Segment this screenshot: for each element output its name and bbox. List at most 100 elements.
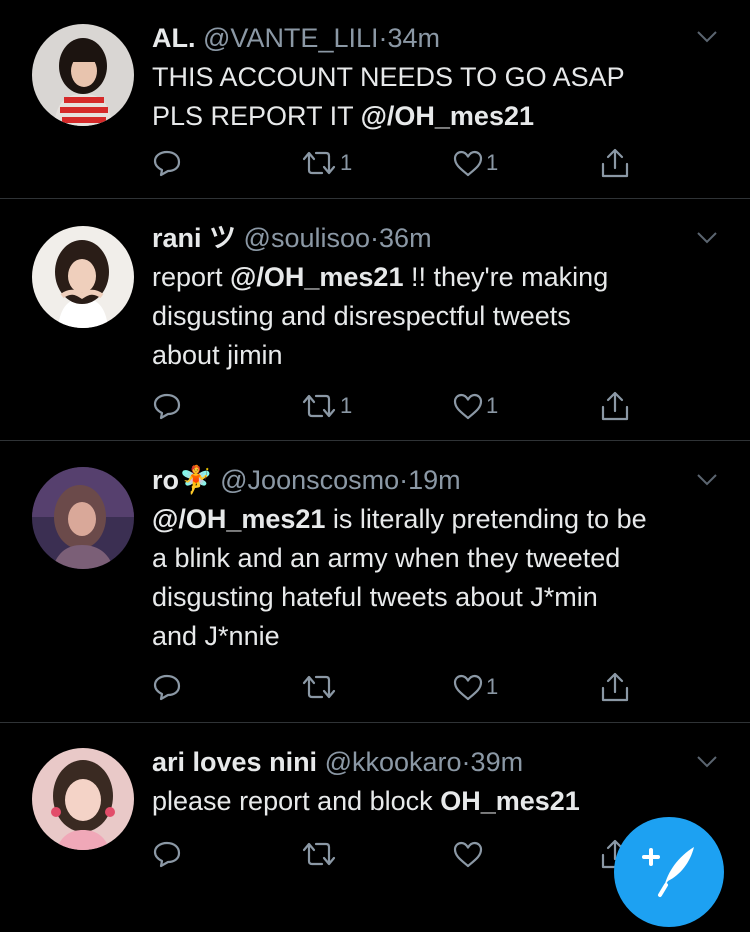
tweet-text: @/OH_mes21 is literally pretending to be…: [152, 500, 720, 656]
text-segment: and J*nnie: [152, 621, 280, 651]
mention-link[interactable]: @/OH_mes21: [361, 101, 534, 131]
reply-button[interactable]: [152, 670, 182, 704]
reply-button[interactable]: [152, 837, 182, 871]
text-segment: is literally pretending to be: [325, 504, 647, 534]
like-button[interactable]: 1: [452, 146, 498, 180]
retweet-button[interactable]: [300, 837, 340, 871]
chevron-down-icon[interactable]: [696, 473, 718, 487]
like-count: 1: [486, 150, 499, 175]
text-segment: please report and block: [152, 786, 441, 816]
tweet-actions: 1 1: [152, 146, 642, 180]
text-segment: report: [152, 262, 231, 292]
retweet-count: 1: [340, 393, 353, 418]
user-handle[interactable]: @Joonscosmo: [220, 465, 399, 495]
tweet-actions: [152, 837, 642, 871]
timestamp[interactable]: 39m: [471, 747, 524, 777]
retweet-icon: [302, 842, 336, 866]
text-segment: a blink and an army when they tweeted: [152, 543, 621, 573]
tweet-text: THIS ACCOUNT NEEDS TO GO ASAP PLS REPORT…: [152, 58, 720, 136]
like-count: 1: [486, 674, 499, 699]
like-button[interactable]: 1: [452, 670, 498, 704]
avatar-image: [32, 226, 134, 328]
timestamp[interactable]: 34m: [388, 23, 441, 53]
display-name[interactable]: ari loves nini: [152, 747, 317, 777]
text-segment: !! they're making: [403, 262, 609, 292]
display-name[interactable]: rani ツ: [152, 223, 236, 253]
retweet-count: 1: [340, 150, 353, 175]
avatar[interactable]: [32, 226, 134, 328]
avatar-image: [32, 467, 134, 569]
avatar[interactable]: [32, 748, 134, 850]
text-segment: THIS ACCOUNT NEEDS TO GO ASAP: [152, 62, 625, 92]
text-line: and J*nnie: [152, 617, 720, 656]
separator-dot: ·: [370, 223, 380, 253]
user-handle[interactable]: @soulisoo: [244, 223, 370, 253]
retweet-button[interactable]: 1: [300, 146, 352, 180]
tweet-actions: 1 1: [152, 389, 642, 423]
chevron-down-icon[interactable]: [696, 30, 718, 44]
retweet-icon: [302, 151, 336, 175]
heart-icon: [453, 674, 483, 701]
compose-tweet-icon: [642, 847, 694, 897]
heart-icon: [453, 150, 483, 177]
separator-dot: ·: [461, 747, 471, 777]
avatar[interactable]: [32, 24, 134, 126]
heart-icon: [453, 393, 483, 420]
avatar[interactable]: [32, 467, 134, 569]
heart-icon: [453, 841, 483, 868]
tweet-text: please report and block OH_mes21: [152, 782, 720, 821]
text-line: please report and block OH_mes21: [152, 782, 720, 821]
compose-tweet-button[interactable]: [614, 817, 724, 927]
retweet-button[interactable]: 1: [300, 389, 352, 423]
like-button[interactable]: [452, 837, 486, 871]
text-line: PLS REPORT IT @/OH_mes21: [152, 97, 720, 136]
display-name[interactable]: AL.: [152, 23, 196, 53]
like-count: 1: [486, 393, 499, 418]
share-button[interactable]: [598, 389, 632, 423]
text-segment: PLS REPORT IT: [152, 101, 361, 131]
separator-dot: ·: [378, 23, 388, 53]
timestamp[interactable]: 36m: [379, 223, 432, 253]
mention-link[interactable]: @/OH_mes21: [230, 262, 403, 292]
text-line: disgusting hateful tweets about J*min: [152, 578, 720, 617]
share-button[interactable]: [598, 146, 632, 180]
tweet-actions: 1: [152, 670, 642, 704]
separator-dot: ·: [399, 465, 409, 495]
tweet[interactable]: ro🧚 @Joonscosmo·19m @/OH_mes21 is litera…: [0, 441, 750, 723]
reply-icon: [153, 674, 181, 701]
share-icon: [601, 148, 629, 178]
tweet-header: rani ツ @soulisoo·36m: [152, 221, 720, 255]
display-name[interactable]: ro🧚: [152, 465, 213, 495]
reply-icon: [153, 393, 181, 420]
retweet-icon: [302, 394, 336, 418]
like-button[interactable]: 1: [452, 389, 498, 423]
share-icon: [601, 391, 629, 421]
tweet[interactable]: rani ツ @soulisoo·36m report @/OH_mes21 !…: [0, 199, 750, 441]
retweet-button[interactable]: [300, 670, 340, 704]
timeline-feed: AL. @VANTE_LILI·34m THIS ACCOUNT NEEDS T…: [0, 0, 750, 903]
share-button[interactable]: [598, 670, 632, 704]
reply-button[interactable]: [152, 146, 182, 180]
text-line: @/OH_mes21 is literally pretending to be: [152, 500, 720, 539]
text-line: about jimin: [152, 336, 720, 375]
reply-icon: [153, 841, 181, 868]
avatar-image: [32, 24, 134, 126]
tweet-header: ro🧚 @Joonscosmo·19m: [152, 463, 720, 497]
mention-link[interactable]: @/OH_mes21: [152, 504, 325, 534]
retweet-icon: [302, 675, 336, 699]
user-handle[interactable]: @kkookaro: [325, 747, 462, 777]
timestamp[interactable]: 19m: [408, 465, 461, 495]
avatar-image: [32, 748, 134, 850]
user-handle[interactable]: @VANTE_LILI: [203, 23, 378, 53]
text-line: report @/OH_mes21 !! they're making: [152, 258, 720, 297]
chevron-down-icon[interactable]: [696, 231, 718, 245]
tweet[interactable]: AL. @VANTE_LILI·34m THIS ACCOUNT NEEDS T…: [0, 0, 750, 199]
mention-link[interactable]: OH_mes21: [440, 786, 580, 816]
tweet-header: AL. @VANTE_LILI·34m: [152, 21, 720, 55]
chevron-down-icon[interactable]: [696, 755, 718, 769]
tweet-text: report @/OH_mes21 !! they're making disg…: [152, 258, 720, 375]
text-segment: disgusting hateful tweets about J*min: [152, 582, 598, 612]
reply-button[interactable]: [152, 389, 182, 423]
text-line: a blink and an army when they tweeted: [152, 539, 720, 578]
share-icon: [601, 672, 629, 702]
